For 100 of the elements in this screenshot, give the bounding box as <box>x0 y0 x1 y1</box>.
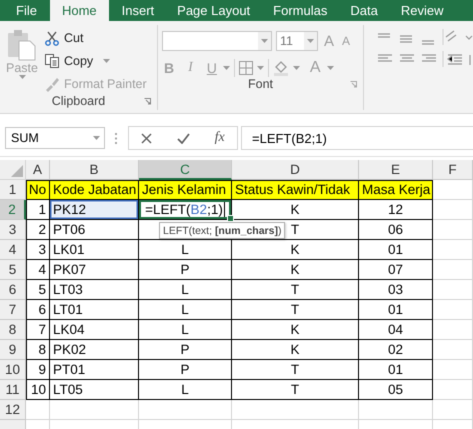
name-box-field[interactable]: SUM <box>5 127 105 149</box>
table-cell: L <box>139 380 232 400</box>
table-cell: LT01 <box>50 300 139 320</box>
table-cell: 01 <box>359 240 433 260</box>
table-cell: L <box>139 280 232 300</box>
table-cell: P <box>139 360 232 380</box>
ribbon-tab[interactable]: Data <box>340 0 388 21</box>
ribbon-tab[interactable]: Review <box>390 0 454 21</box>
table-cell <box>433 320 473 340</box>
table-cell: 04 <box>359 320 433 340</box>
group-label: Font <box>248 77 273 91</box>
caret-icon <box>93 136 100 140</box>
font-name-field[interactable] <box>162 31 272 51</box>
dialog-launcher-icon[interactable] <box>144 98 151 105</box>
row-header[interactable]: 3 <box>0 220 26 240</box>
table-cell <box>433 280 473 300</box>
table-cell: K <box>232 260 359 280</box>
row-header[interactable]: 2 <box>0 200 26 220</box>
table-cell: L <box>139 240 232 260</box>
column-header[interactable]: F <box>433 160 473 180</box>
close-icon[interactable] <box>141 132 152 144</box>
table-cell <box>433 400 473 420</box>
table-cell: 10 <box>26 380 50 400</box>
table-cell: PT01 <box>50 360 139 380</box>
row-header[interactable]: 4 <box>0 240 26 260</box>
table-cell <box>433 180 473 200</box>
row-header[interactable]: 6 <box>0 280 26 300</box>
column-header[interactable]: D <box>232 160 359 180</box>
ribbon-tab[interactable]: File <box>6 0 47 21</box>
table-cell: PK02 <box>50 340 139 360</box>
grip-icon[interactable] <box>115 132 118 144</box>
ribbon-tab[interactable]: Home <box>50 0 109 21</box>
row-header[interactable]: 10 <box>0 360 26 380</box>
caret-icon <box>103 58 110 62</box>
ribbon-tab[interactable]: Page Layout <box>167 0 260 21</box>
table-cell <box>433 380 473 400</box>
formula-field[interactable]: =LEFT(B2;1) <box>241 126 473 150</box>
row-header[interactable]: 12 <box>0 400 26 420</box>
column-heading-cell: Kode Jabatan <box>50 180 139 200</box>
caret-icon <box>222 66 230 70</box>
table-cell <box>433 240 473 260</box>
table-cell: PK12 <box>50 200 139 220</box>
column-heading-cell: No <box>26 180 50 200</box>
table-cell: P <box>139 260 232 280</box>
dialog-launcher-icon[interactable] <box>350 81 357 88</box>
column-header[interactable]: B <box>50 160 139 180</box>
table-cell: LT03 <box>50 280 139 300</box>
ribbon-tab[interactable]: Formulas <box>263 0 338 21</box>
table-cell: 01 <box>359 360 433 380</box>
table-cell <box>433 340 473 360</box>
column-header[interactable]: A <box>26 160 50 180</box>
column-header[interactable]: E <box>359 160 433 180</box>
ribbon-tab[interactable]: Insert <box>112 0 164 21</box>
row-header[interactable]: 1 <box>0 180 26 200</box>
clipboard-icon <box>7 29 37 61</box>
table-cell: 01 <box>359 300 433 320</box>
caret-icon <box>307 39 314 43</box>
table-cell: 4 <box>26 260 50 280</box>
table-cell <box>26 400 50 420</box>
table-cell: 3 <box>26 240 50 260</box>
table-cell: 07 <box>359 260 433 280</box>
row-header[interactable]: 11 <box>0 380 26 400</box>
table-cell <box>433 260 473 280</box>
check-icon[interactable] <box>176 132 190 144</box>
table-cell: 06 <box>359 220 433 240</box>
caret-icon <box>256 66 264 70</box>
select-all-button[interactable] <box>0 160 26 180</box>
table-cell: K <box>232 200 359 220</box>
caret-icon <box>18 75 26 79</box>
table-cell: 02 <box>359 340 433 360</box>
row-header[interactable]: 5 <box>0 260 26 280</box>
table-cell: 2 <box>26 220 50 240</box>
row-header[interactable]: 8 <box>0 320 26 340</box>
column-heading-cell: Jenis Kelamin <box>139 180 232 200</box>
cut-button[interactable]: Cut <box>44 28 147 47</box>
brush-icon <box>44 76 60 92</box>
insert-function-button[interactable]: fx <box>214 130 225 146</box>
table-cell <box>433 200 473 220</box>
caret-icon <box>326 66 334 70</box>
function-tooltip: LEFT(text; [num_chars]) <box>159 222 286 239</box>
table-cell: PK07 <box>50 260 139 280</box>
table-cell: K <box>232 320 359 340</box>
column-header[interactable]: C <box>139 160 232 180</box>
table-cell <box>433 360 473 380</box>
triangle-icon <box>11 165 23 177</box>
scissors-icon <box>44 30 60 46</box>
table-cell <box>433 220 473 240</box>
table-cell: K <box>232 340 359 360</box>
editing-cell[interactable]: =LEFT(B2;1) <box>139 200 232 220</box>
table-cell: L <box>139 320 232 340</box>
column-heading-cell: Masa Kerja <box>359 180 433 200</box>
table-cell: PT06 <box>50 220 139 240</box>
table-cell: 5 <box>26 280 50 300</box>
copy-button[interactable]: Copy <box>44 51 147 70</box>
row-header[interactable]: 7 <box>0 300 26 320</box>
table-cell: T <box>232 300 359 320</box>
row-header[interactable]: 9 <box>0 340 26 360</box>
fill-bucket-icon[interactable] <box>272 60 289 76</box>
borders-icon[interactable] <box>238 61 253 75</box>
table-cell: T <box>232 360 359 380</box>
